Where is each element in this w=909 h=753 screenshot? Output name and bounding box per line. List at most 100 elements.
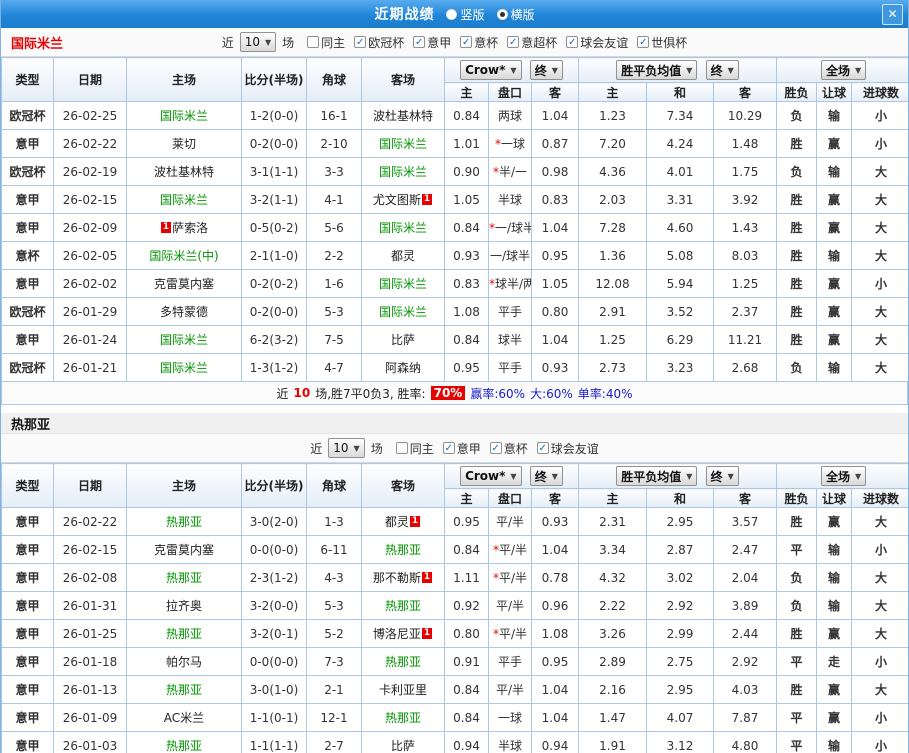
filter-checkbox[interactable]: ✓意杯 [490, 440, 528, 457]
result-cell: 平 [777, 732, 817, 753]
filter-checkbox[interactable]: ✓意甲 [443, 440, 481, 457]
away-team-cell: 那不勒斯1 [362, 564, 445, 592]
avg-away-odds-cell: 1.48 [714, 130, 777, 158]
close-button[interactable]: ✕ [882, 4, 903, 25]
filter-checkbox[interactable]: ✓欧冠杯 [354, 34, 404, 51]
genoa-match-count-select[interactable]: 10▼ [328, 438, 364, 458]
handicap-time-select[interactable]: 终▼ [530, 466, 563, 486]
avg-away-odds-cell: 11.21 [714, 326, 777, 354]
avg-time-select[interactable]: 终▼ [706, 466, 739, 486]
result-cell: 胜 [777, 508, 817, 536]
filter-checkbox[interactable]: ✓球会友谊 [537, 440, 599, 457]
handicap-line-cell: 一/球半 [489, 242, 532, 270]
handicap-result-cell: 输 [817, 354, 852, 382]
chevron-down-icon: ▼ [728, 472, 734, 481]
chevron-down-icon: ▼ [855, 66, 861, 75]
handicap-away-odds-cell: 1.08 [532, 620, 579, 648]
chevron-down-icon: ▼ [510, 472, 516, 481]
filter-checkbox[interactable]: ✓意甲 [413, 34, 451, 51]
summary-part: 近 [276, 385, 288, 402]
inter-match-count-select[interactable]: 10▼ [240, 32, 276, 52]
handicap-time-value: 终 [535, 468, 547, 485]
match-row: 意甲26-01-18帕尔马0-0(0-0)7-3热那亚0.91平手0.952.8… [2, 648, 909, 676]
date-cell: 26-02-15 [54, 536, 127, 564]
date-cell: 26-02-02 [54, 270, 127, 298]
col-header-handicap: 盘口 [489, 83, 532, 102]
checkbox-icon: ✓ [460, 36, 472, 48]
scope-group-header: 全场▼ [777, 464, 909, 489]
avg-draw-odds-cell: 4.60 [647, 214, 714, 242]
radio-label: 横版 [511, 6, 535, 23]
home-team-cell: 帕尔马 [127, 648, 242, 676]
league-cell: 意甲 [2, 704, 54, 732]
result-cell: 胜 [777, 242, 817, 270]
corners-cell: 4-3 [307, 564, 362, 592]
handicap-result-cell: 赢 [817, 508, 852, 536]
home-team-cell: 热那亚 [127, 564, 242, 592]
handicap-line-cell: *球半/两 [489, 270, 532, 298]
odds-source-select[interactable]: Crow*▼ [460, 60, 522, 80]
team-name: 都灵 [391, 249, 415, 263]
layout-radio-option[interactable]: 竖版 [446, 6, 484, 23]
date-cell: 26-02-19 [54, 158, 127, 186]
scope-select[interactable]: 全场▼ [821, 466, 866, 486]
handicap-line-cell: *平/半 [489, 620, 532, 648]
avg-draw-odds-cell: 2.95 [647, 508, 714, 536]
filter-checkbox[interactable]: 同主 [396, 440, 434, 457]
radio-icon [497, 9, 508, 20]
avg-home-odds-cell: 4.32 [579, 564, 647, 592]
handicap-group-header: Crow*▼ 终▼ [445, 58, 579, 83]
radio-icon [446, 9, 457, 20]
league-cell: 欧冠杯 [2, 102, 54, 130]
odds-source-select[interactable]: Crow*▼ [460, 466, 522, 486]
filter-checkbox[interactable]: ✓世俱杯 [637, 34, 687, 51]
filter-checkbox[interactable]: 同主 [307, 34, 345, 51]
checkbox-icon: ✓ [637, 36, 649, 48]
handicap-home-odds-cell: 0.84 [445, 536, 489, 564]
avg-time-select[interactable]: 终▼ [706, 60, 739, 80]
goals-result-cell: 大 [852, 158, 909, 186]
red-card-badge: 1 [422, 628, 432, 639]
avg-time-value: 终 [711, 468, 723, 485]
handicap-result-cell: 输 [817, 242, 852, 270]
date-cell: 26-02-25 [54, 102, 127, 130]
checkbox-label: 意杯 [504, 440, 528, 457]
filter-checkbox[interactable]: ✓球会友谊 [566, 34, 628, 51]
avg-draw-odds-cell: 5.94 [647, 270, 714, 298]
layout-radio-selected[interactable]: 横版 [497, 6, 535, 23]
handicap-home-odds-cell: 0.93 [445, 242, 489, 270]
result-cell: 负 [777, 354, 817, 382]
league-cell: 意甲 [2, 214, 54, 242]
filter-checkbox[interactable]: ✓意杯 [460, 34, 498, 51]
genoa-league-filters: 同主✓意甲✓意杯✓球会友谊 [387, 440, 599, 457]
league-cell: 意甲 [2, 508, 54, 536]
avg-away-odds-cell: 3.92 [714, 186, 777, 214]
checkbox-label: 同主 [410, 440, 434, 457]
avg-type-select[interactable]: 胜平负均值▼ [616, 60, 697, 80]
avg-type-select[interactable]: 胜平负均值▼ [616, 466, 697, 486]
corners-cell: 16-1 [307, 102, 362, 130]
handicap-result-cell: 赢 [817, 704, 852, 732]
home-team-cell: 热那亚 [127, 676, 242, 704]
scope-select[interactable]: 全场▼ [821, 60, 866, 80]
filter-checkbox[interactable]: ✓意超杯 [507, 34, 557, 51]
away-handicap-star: * [489, 221, 495, 235]
team-name: 热那亚 [166, 739, 202, 753]
summary-part: 70% [431, 386, 466, 400]
avg-home-odds-cell: 2.91 [579, 298, 647, 326]
match-row: 意杯26-02-05国际米兰(中)2-1(1-0)2-2都灵0.93一/球半0.… [2, 242, 909, 270]
home-team-cell: 国际米兰 [127, 354, 242, 382]
avg-home-odds-cell: 1.91 [579, 732, 647, 753]
near-label: 近 [222, 34, 234, 51]
col-header-score: 比分(半场) [242, 464, 307, 508]
summary-part: 大:60% [530, 385, 573, 402]
handicap-home-odds-cell: 0.92 [445, 592, 489, 620]
checkbox-icon: ✓ [537, 442, 549, 454]
handicap-time-select[interactable]: 终▼ [530, 60, 563, 80]
home-team-cell: 莱切 [127, 130, 242, 158]
avg-draw-odds-cell: 5.08 [647, 242, 714, 270]
avg-group-header: 胜平负均值▼ 终▼ [579, 58, 777, 83]
chevron-down-icon: ▼ [728, 66, 734, 75]
handicap-away-odds-cell: 1.04 [532, 704, 579, 732]
away-team-cell: 国际米兰 [362, 270, 445, 298]
